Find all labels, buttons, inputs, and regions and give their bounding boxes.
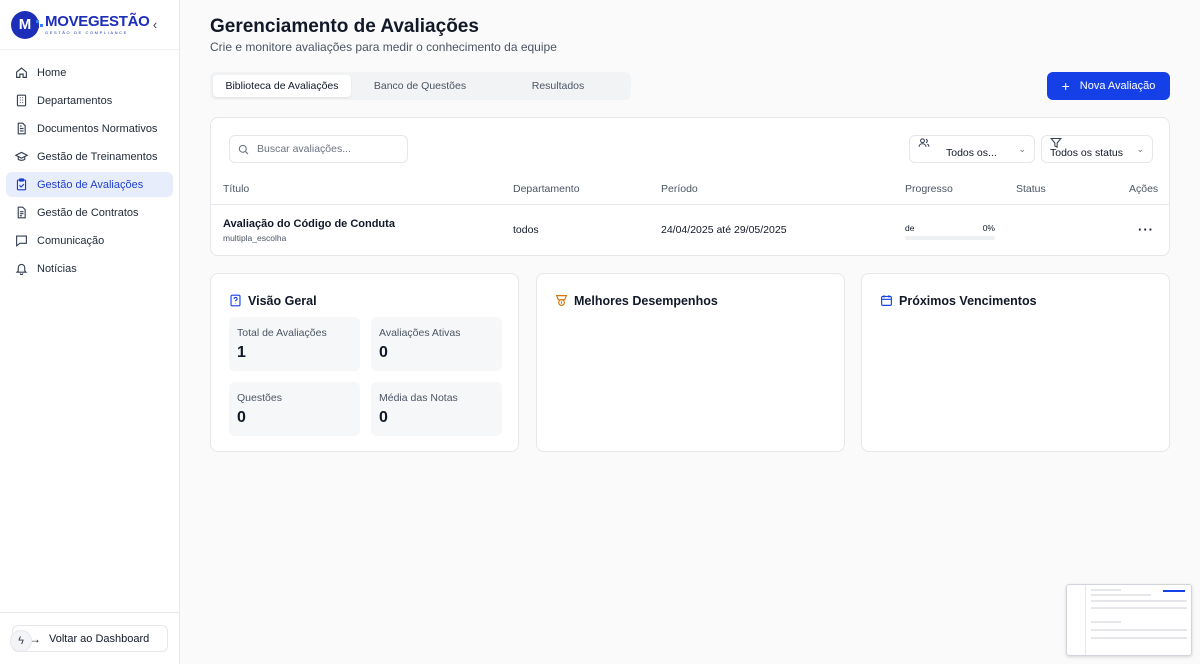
brand[interactable]: M MOVEGESTÃO GESTÃO DE COMPLIANCE ‹ — [0, 0, 179, 50]
new-evaluation-label: Nova Avaliação — [1079, 80, 1156, 92]
sidebar-item-departamentos[interactable]: Departamentos — [6, 88, 173, 113]
sidebar-item-label: Notícias — [37, 262, 77, 275]
stat-value: 0 — [379, 409, 388, 426]
column-header-departamento: Departamento — [513, 183, 580, 195]
award-icon — [555, 295, 568, 306]
department-filter-value: Todos os... — [946, 147, 997, 159]
row-type: multipla_escolha — [223, 233, 287, 243]
sidebar-item-contratos[interactable]: Gestão de Contratos — [6, 200, 173, 225]
status-filter-select[interactable]: Todos os status ⌄ — [1041, 135, 1153, 163]
column-header-titulo: Título — [223, 183, 250, 195]
search-input[interactable] — [257, 143, 397, 155]
stat-value: 0 — [379, 344, 388, 361]
top-performers-title: Melhores Desempenhos — [574, 294, 718, 308]
sidebar-item-label: Gestão de Avaliações — [37, 178, 144, 191]
top-performers-card: Melhores Desempenhos — [536, 273, 845, 452]
back-to-dashboard-button[interactable]: → Voltar ao Dashboard — [12, 625, 168, 652]
stat-value: 0 — [237, 409, 246, 426]
home-icon — [15, 66, 28, 79]
graduation-cap-icon — [15, 150, 28, 163]
new-evaluation-button[interactable]: + Nova Avaliação — [1047, 72, 1170, 100]
column-header-periodo: Período — [661, 183, 698, 195]
thumbnail-sidebar — [1067, 585, 1086, 655]
sidebar-item-label: Documentos Normativos — [37, 122, 158, 135]
file-text-icon — [15, 122, 28, 135]
stat-average-score: Média das Notas 0 — [371, 382, 502, 436]
column-header-status: Status — [1016, 183, 1046, 195]
progress-percent: 0% — [982, 223, 995, 233]
brand-name: MOVEGESTÃO — [45, 13, 150, 30]
sidebar-item-treinamentos[interactable]: Gestão de Treinamentos — [6, 144, 173, 169]
stat-total-evaluations: Total de Avaliações 1 — [229, 317, 360, 371]
sidebar-nav: Home Departamentos Documentos Normativos… — [0, 50, 179, 294]
tab-resultados[interactable]: Resultados — [489, 75, 627, 97]
sidebar-item-label: Home — [37, 66, 67, 79]
sidebar: M MOVEGESTÃO GESTÃO DE COMPLIANCE ‹ Home… — [0, 0, 180, 664]
collapse-sidebar-button[interactable]: ‹ — [148, 16, 162, 32]
evaluations-table-card: Todos os... ⌄ Todos os status ⌄ Título D… — [210, 117, 1170, 256]
file-question-icon — [230, 294, 241, 307]
search-icon — [238, 144, 249, 154]
stat-value: 1 — [237, 344, 246, 361]
column-header-acoes: Ações — [1129, 183, 1159, 195]
sidebar-item-avaliacoes[interactable]: Gestão de Avaliações — [6, 172, 173, 197]
screen-preview-thumbnail[interactable] — [1066, 584, 1192, 656]
tab-list: Biblioteca de Avaliações Banco de Questõ… — [210, 72, 631, 100]
stat-label: Média das Notas — [379, 392, 458, 404]
chevron-down-icon: ⌄ — [1018, 144, 1026, 154]
logo-icon: M — [11, 10, 43, 39]
building-icon — [15, 94, 28, 107]
department-filter-select[interactable]: Todos os... ⌄ — [909, 135, 1035, 163]
row-title: Avaliação do Código de Conduta — [223, 218, 395, 230]
message-square-icon — [15, 234, 28, 247]
overview-title: Visão Geral — [248, 294, 317, 308]
file-contract-icon — [15, 206, 28, 219]
table-header: Título Departamento Período Progresso St… — [211, 180, 1169, 205]
chevron-left-icon: ‹ — [152, 16, 158, 32]
stat-active-evaluations: Avaliações Ativas 0 — [371, 317, 502, 371]
plus-icon: + — [1061, 78, 1070, 94]
upcoming-deadlines-title: Próximos Vencimentos — [899, 294, 1037, 308]
sidebar-item-label: Gestão de Treinamentos — [37, 150, 158, 163]
more-actions-button[interactable]: ··· — [1138, 222, 1154, 237]
sidebar-item-noticias[interactable]: Notícias — [6, 256, 173, 281]
sidebar-item-home[interactable]: Home — [6, 60, 173, 85]
brand-tagline: GESTÃO DE COMPLIANCE — [45, 30, 128, 35]
sidebar-item-label: Comunicação — [37, 234, 105, 247]
bolt-icon[interactable]: ϟ — [10, 630, 32, 652]
stat-questions: Questões 0 — [229, 382, 360, 436]
progress-label: de — [905, 223, 915, 233]
page-subtitle: Crie e monitore avaliações para medir o … — [210, 40, 557, 54]
chevron-down-icon: ⌄ — [1136, 144, 1144, 154]
sidebar-item-label: Departamentos — [37, 94, 113, 107]
progress-bar — [905, 236, 995, 240]
clipboard-check-icon — [15, 178, 28, 191]
row-department: todos — [513, 224, 539, 236]
overview-card: Visão Geral Total de Avaliações 1 Avalia… — [210, 273, 519, 452]
status-filter-value: Todos os status — [1050, 147, 1123, 159]
table-row[interactable]: Avaliação do Código de Conduta multipla_… — [211, 206, 1169, 256]
sidebar-item-label: Gestão de Contratos — [37, 206, 139, 219]
bell-icon — [15, 262, 28, 275]
row-period: 24/04/2025 até 29/05/2025 — [661, 224, 787, 236]
page-title: Gerenciamento de Avaliações — [210, 16, 479, 37]
upcoming-deadlines-card: Próximos Vencimentos — [861, 273, 1170, 452]
tab-banco-questoes[interactable]: Banco de Questões — [351, 75, 489, 97]
tab-biblioteca[interactable]: Biblioteca de Avaliações — [213, 75, 351, 97]
sidebar-item-documentos[interactable]: Documentos Normativos — [6, 116, 173, 141]
sidebar-item-comunicacao[interactable]: Comunicação — [6, 228, 173, 253]
calendar-icon — [881, 295, 892, 306]
search-box — [229, 135, 408, 163]
users-icon — [918, 138, 930, 147]
stat-label: Avaliações Ativas — [379, 327, 461, 339]
stat-label: Total de Avaliações — [237, 327, 327, 339]
stat-label: Questões — [237, 392, 282, 404]
back-to-dashboard-label: Voltar ao Dashboard — [49, 632, 150, 645]
column-header-progresso: Progresso — [905, 183, 953, 195]
